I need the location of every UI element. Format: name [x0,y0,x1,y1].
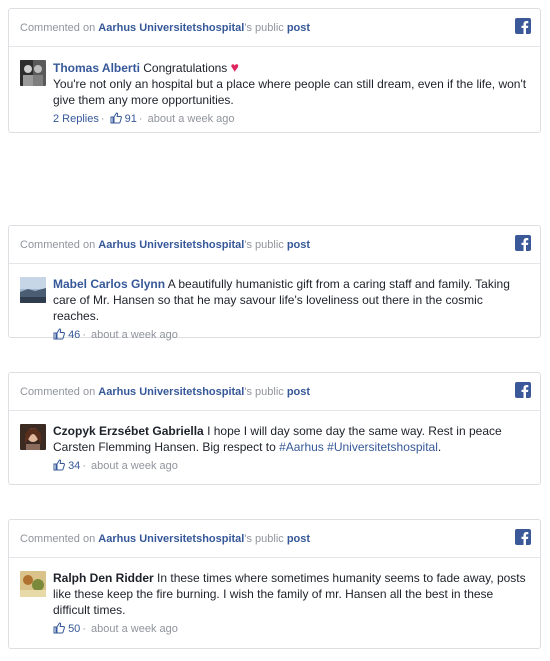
post-link[interactable]: post [287,239,310,251]
author-link[interactable]: Thomas Alberti [53,61,140,75]
card-header: Commented on Aarhus Universitetshospital… [9,373,540,411]
page-link[interactable]: Aarhus Universitetshospital [98,386,244,398]
comment-meta: 46 · about a week ago [53,328,528,342]
card-body: Ralph Den Ridder In these times where so… [9,558,540,636]
comment-card: Commented on Aarhus Universitetshospital… [8,519,541,649]
post-link[interactable]: post [287,386,310,398]
header-possessive: 's public [244,533,287,545]
hashtag-link[interactable]: #Aarhus [279,440,324,454]
comment-meta: 50 · about a week ago [53,622,528,636]
header-possessive: 's public [244,386,287,398]
comment-body-continued: You're not only an hospital but a place … [53,77,527,107]
comment-text: Mabel Carlos Glynn A beautifully humanis… [53,276,528,324]
comment-text: Czopyk Erzsébet Gabriella I hope I will … [53,423,528,455]
heart-icon: ♥ [230,59,239,75]
separator: · [82,329,86,341]
post-link[interactable]: post [287,533,310,545]
header-possessive: 's public [244,239,287,251]
separator: · [138,113,143,125]
author-link[interactable]: Czopyk Erzsébet Gabriella [53,424,204,438]
avatar[interactable] [20,277,46,303]
comment-meta: 2 Replies · 91 · about a week ago [53,112,528,126]
avatar[interactable] [20,571,46,597]
card-body: Thomas Alberti Congratulations ♥ You're … [9,47,540,126]
timestamp[interactable]: about a week ago [91,623,178,635]
header-possessive: 's public [244,22,287,34]
likes-count[interactable]: 50 [68,623,80,635]
comment-card: Commented on Aarhus Universitetshospital… [8,8,541,133]
separator: · [82,623,86,635]
header-prefix: Commented on [20,22,99,34]
author-link[interactable]: Ralph Den Ridder [53,571,154,585]
page-link[interactable]: Aarhus Universitetshospital [98,22,244,34]
comment-body-end: . [437,440,442,454]
likes-count[interactable]: 91 [125,113,137,125]
facebook-icon[interactable] [515,382,531,398]
thumbs-up-icon[interactable] [110,112,122,124]
separator: · [100,113,105,125]
avatar[interactable] [20,60,46,86]
timestamp[interactable]: about a week ago [91,460,178,472]
card-body: Czopyk Erzsébet Gabriella I hope I will … [9,411,540,473]
comment-text: Thomas Alberti Congratulations ♥ You're … [53,59,528,108]
separator: · [82,460,86,472]
page-link[interactable]: Aarhus Universitetshospital [98,239,244,251]
header-prefix: Commented on [20,533,99,545]
header-prefix: Commented on [20,386,99,398]
replies-link[interactable]: 2 Replies [53,113,99,125]
post-link[interactable]: post [287,22,310,34]
card-body: Mabel Carlos Glynn A beautifully humanis… [9,264,540,342]
hashtag-link[interactable]: #Universitetshospital [327,440,438,454]
facebook-icon[interactable] [515,529,531,545]
thumbs-up-icon[interactable] [53,622,65,634]
comment-text: Ralph Den Ridder In these times where so… [53,570,528,618]
card-header: Commented on Aarhus Universitetshospital… [9,520,540,558]
card-header: Commented on Aarhus Universitetshospital… [9,9,540,47]
header-prefix: Commented on [20,239,99,251]
timestamp[interactable]: about a week ago [148,113,235,125]
thumbs-up-icon[interactable] [53,459,65,471]
comment-card: Commented on Aarhus Universitetshospital… [8,372,541,485]
comment-body: Congratulations [139,61,228,75]
avatar[interactable] [20,424,46,450]
facebook-icon[interactable] [515,235,531,251]
comment-card: Commented on Aarhus Universitetshospital… [8,225,541,341]
comment-meta: 34 · about a week ago [53,459,528,473]
facebook-icon[interactable] [515,18,531,34]
likes-count[interactable]: 34 [68,460,80,472]
timestamp[interactable]: about a week ago [91,329,178,341]
likes-count[interactable]: 46 [68,329,80,341]
author-link[interactable]: Mabel Carlos Glynn [53,277,165,291]
card-header: Commented on Aarhus Universitetshospital… [9,226,540,264]
page-link[interactable]: Aarhus Universitetshospital [98,533,244,545]
thumbs-up-icon[interactable] [53,328,65,340]
